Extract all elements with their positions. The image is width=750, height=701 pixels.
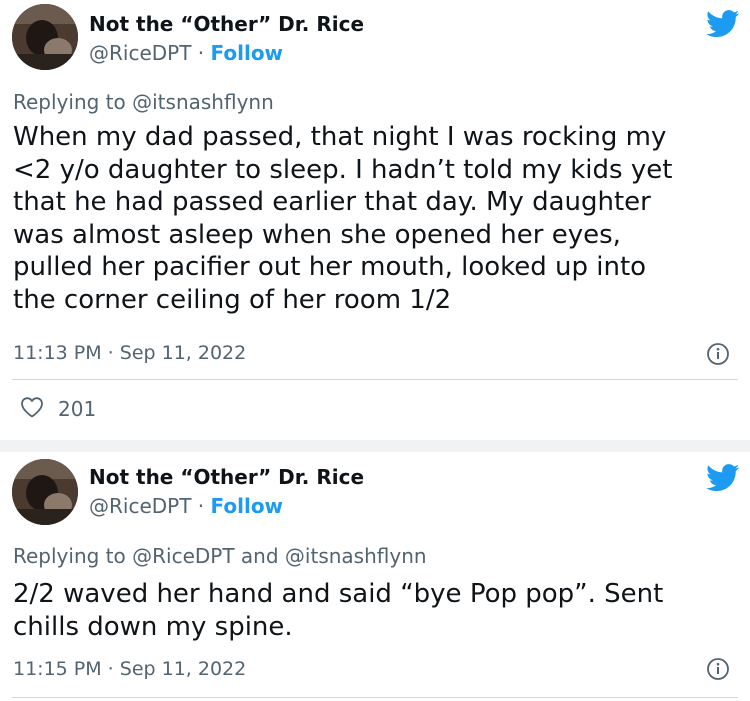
heart-icon[interactable]: [20, 396, 44, 422]
timestamp-link[interactable]: 11:13 PM · Sep 11, 2022: [13, 341, 246, 365]
follow-button[interactable]: Follow: [211, 494, 284, 518]
tweet-text: 2/2 waved her hand and said “bye Pop pop…: [13, 578, 741, 643]
timestamp-link[interactable]: 11:15 PM · Sep 11, 2022: [13, 657, 246, 681]
tweet-text-line: 2/2 waved her hand and said “bye Pop pop…: [13, 579, 664, 609]
divider: [12, 379, 738, 380]
tweet-text: When my dad passed, that night I was roc…: [13, 121, 741, 316]
author-handle[interactable]: @RiceDPT: [89, 494, 191, 518]
tweet-text-line: pulled her pacifier out her mouth, looke…: [13, 252, 647, 282]
reply-mention-link[interactable]: @RiceDPT: [132, 544, 234, 568]
replying-joiner: and: [240, 544, 279, 568]
info-icon[interactable]: [706, 657, 730, 681]
divider: [12, 697, 738, 698]
tweet-card: Not the “Other” Dr. Rice @RiceDPT · Foll…: [0, 0, 750, 440]
like-count: 201: [58, 397, 97, 421]
twitter-bird-icon[interactable]: [706, 464, 740, 492]
avatar[interactable]: [12, 459, 78, 525]
reply-mention-link[interactable]: @itsnashflynn: [132, 90, 274, 114]
separator: ·: [197, 494, 205, 518]
handle-row: @RiceDPT · Follow: [89, 494, 283, 518]
info-icon[interactable]: [706, 342, 730, 366]
tweet-separator-band: [0, 440, 750, 452]
tweet-text-line: chills down my spine.: [13, 611, 293, 642]
follow-button[interactable]: Follow: [211, 41, 284, 65]
tweet-text-line: When my dad passed, that night I was roc…: [13, 122, 667, 152]
tweet-card: Not the “Other” Dr. Rice @RiceDPT · Foll…: [0, 452, 750, 701]
author-name[interactable]: Not the “Other” Dr. Rice: [89, 465, 364, 489]
separator: ·: [197, 41, 205, 65]
replying-to: Replying to @RiceDPT and @itsnashflynn: [13, 544, 427, 568]
twitter-bird-icon[interactable]: [706, 10, 740, 38]
tweet-text-line: that he had passed earlier that day. My …: [13, 187, 651, 217]
replying-prefix: Replying to: [13, 544, 126, 568]
replying-prefix: Replying to: [13, 90, 126, 114]
like-action[interactable]: 201: [20, 396, 96, 422]
handle-row: @RiceDPT · Follow: [89, 41, 283, 65]
avatar[interactable]: [12, 4, 78, 70]
tweet-text-line: was almost asleep when she opened her ey…: [13, 219, 621, 250]
author-handle[interactable]: @RiceDPT: [89, 41, 191, 65]
tweet-text-line: the corner ceiling of her room 1/2: [13, 284, 452, 315]
reply-mention-link[interactable]: @itsnashflynn: [285, 544, 427, 568]
tweet-text-line: <2 y/o daughter to sleep. I hadn’t told …: [13, 154, 673, 185]
replying-to: Replying to @itsnashflynn: [13, 90, 274, 114]
author-name[interactable]: Not the “Other” Dr. Rice: [89, 12, 364, 36]
